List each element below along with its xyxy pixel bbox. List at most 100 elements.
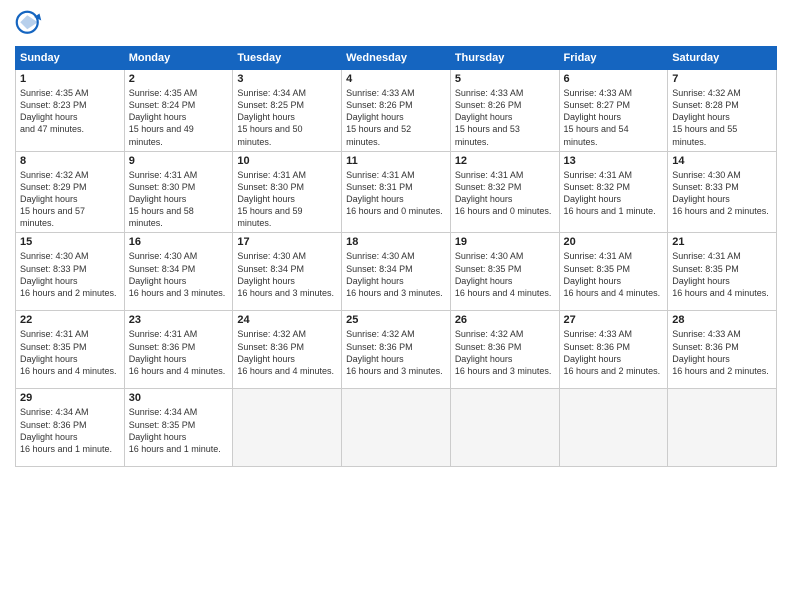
calendar-cell: 14 Sunrise: 4:30 AMSunset: 8:33 PMDayligh… — [668, 151, 777, 233]
cell-info: Sunrise: 4:34 AMSunset: 8:35 PMDaylight … — [129, 407, 221, 453]
day-number: 17 — [237, 236, 337, 248]
page: SundayMondayTuesdayWednesdayThursdayFrid… — [0, 0, 792, 612]
day-number: 24 — [237, 314, 337, 326]
calendar-cell: 7 Sunrise: 4:32 AMSunset: 8:28 PMDaylight… — [668, 70, 777, 152]
cell-info: Sunrise: 4:31 AMSunset: 8:32 PMDaylight … — [455, 170, 552, 216]
day-number: 29 — [20, 392, 120, 404]
day-number: 3 — [237, 73, 337, 85]
calendar-cell: 26Sunrise: 4:32 AMSunset: 8:36 PMDayligh… — [450, 311, 559, 389]
calendar-cell: 23 Sunrise: 4:31 AMSunset: 8:36 PMDayligh… — [124, 311, 233, 389]
calendar-cell: 6 Sunrise: 4:33 AMSunset: 8:27 PMDaylight… — [559, 70, 668, 152]
cell-info: Sunrise: 4:32 AMSunset: 8:29 PMDaylight … — [20, 170, 89, 229]
cell-info: Sunrise: 4:30 AMSunset: 8:34 PMDaylight … — [346, 251, 443, 297]
calendar-cell — [233, 389, 342, 467]
calendar-cell: 13Sunrise: 4:31 AMSunset: 8:32 PMDayligh… — [559, 151, 668, 233]
cell-info: Sunrise: 4:31 AMSunset: 8:35 PMDaylight … — [564, 251, 661, 297]
day-number: 25 — [346, 314, 446, 326]
calendar-cell: 25 Sunrise: 4:32 AMSunset: 8:36 PMDayligh… — [342, 311, 451, 389]
calendar-header: SundayMondayTuesdayWednesdayThursdayFrid… — [16, 47, 777, 70]
day-number: 16 — [129, 236, 229, 248]
cell-info: Sunrise: 4:35 AMSunset: 8:23 PMDaylight … — [20, 88, 89, 134]
day-number: 11 — [346, 155, 446, 167]
calendar-cell — [559, 389, 668, 467]
calendar-cell: 30 Sunrise: 4:34 AMSunset: 8:35 PMDayligh… — [124, 389, 233, 467]
cell-info: Sunrise: 4:34 AMSunset: 8:36 PMDaylight … — [20, 407, 112, 453]
calendar-cell — [342, 389, 451, 467]
calendar-week-4: 22Sunrise: 4:31 AMSunset: 8:35 PMDayligh… — [16, 311, 777, 389]
day-number: 27 — [564, 314, 664, 326]
day-number: 6 — [564, 73, 664, 85]
cell-info: Sunrise: 4:34 AMSunset: 8:25 PMDaylight … — [237, 88, 306, 147]
day-number: 19 — [455, 236, 555, 248]
calendar-week-5: 29 Sunrise: 4:34 AMSunset: 8:36 PMDayligh… — [16, 389, 777, 467]
calendar-cell: 20Sunrise: 4:31 AMSunset: 8:35 PMDayligh… — [559, 233, 668, 311]
calendar-cell: 29 Sunrise: 4:34 AMSunset: 8:36 PMDayligh… — [16, 389, 125, 467]
calendar-cell: 24 Sunrise: 4:32 AMSunset: 8:36 PMDayligh… — [233, 311, 342, 389]
calendar-week-3: 15 Sunrise: 4:30 AMSunset: 8:33 PMDayligh… — [16, 233, 777, 311]
day-number: 8 — [20, 155, 120, 167]
calendar-cell: 10Sunrise: 4:31 AMSunset: 8:30 PMDayligh… — [233, 151, 342, 233]
calendar-cell: 16Sunrise: 4:30 AMSunset: 8:34 PMDayligh… — [124, 233, 233, 311]
cell-info: Sunrise: 4:33 AMSunset: 8:26 PMDaylight … — [346, 88, 415, 147]
calendar-cell: 4 Sunrise: 4:33 AMSunset: 8:26 PMDaylight… — [342, 70, 451, 152]
cell-info: Sunrise: 4:33 AMSunset: 8:26 PMDaylight … — [455, 88, 524, 147]
day-number: 12 — [455, 155, 555, 167]
calendar-cell: 27 Sunrise: 4:33 AMSunset: 8:36 PMDayligh… — [559, 311, 668, 389]
calendar-cell: 9 Sunrise: 4:31 AMSunset: 8:30 PMDaylight… — [124, 151, 233, 233]
calendar-cell: 21 Sunrise: 4:31 AMSunset: 8:35 PMDayligh… — [668, 233, 777, 311]
cell-info: Sunrise: 4:32 AMSunset: 8:36 PMDaylight … — [455, 329, 552, 375]
day-header-tuesday: Tuesday — [233, 47, 342, 70]
day-number: 2 — [129, 73, 229, 85]
cell-info: Sunrise: 4:31 AMSunset: 8:32 PMDaylight … — [564, 170, 656, 216]
day-header-friday: Friday — [559, 47, 668, 70]
cell-info: Sunrise: 4:30 AMSunset: 8:33 PMDaylight … — [672, 170, 769, 216]
calendar-cell — [668, 389, 777, 467]
cell-info: Sunrise: 4:32 AMSunset: 8:36 PMDaylight … — [346, 329, 443, 375]
cell-info: Sunrise: 4:32 AMSunset: 8:28 PMDaylight … — [672, 88, 741, 147]
calendar-cell — [450, 389, 559, 467]
calendar-cell: 2 Sunrise: 4:35 AMSunset: 8:24 PMDaylight… — [124, 70, 233, 152]
day-number: 14 — [672, 155, 772, 167]
cell-info: Sunrise: 4:33 AMSunset: 8:27 PMDaylight … — [564, 88, 633, 147]
calendar-week-2: 8 Sunrise: 4:32 AMSunset: 8:29 PMDaylight… — [16, 151, 777, 233]
cell-info: Sunrise: 4:32 AMSunset: 8:36 PMDaylight … — [237, 329, 334, 375]
logo-icon — [15, 10, 43, 38]
day-number: 23 — [129, 314, 229, 326]
day-number: 10 — [237, 155, 337, 167]
day-number: 7 — [672, 73, 772, 85]
cell-info: Sunrise: 4:31 AMSunset: 8:35 PMDaylight … — [672, 251, 769, 297]
cell-info: Sunrise: 4:33 AMSunset: 8:36 PMDaylight … — [672, 329, 769, 375]
day-header-wednesday: Wednesday — [342, 47, 451, 70]
day-header-sunday: Sunday — [16, 47, 125, 70]
calendar-cell: 15 Sunrise: 4:30 AMSunset: 8:33 PMDayligh… — [16, 233, 125, 311]
calendar-cell: 12 Sunrise: 4:31 AMSunset: 8:32 PMDayligh… — [450, 151, 559, 233]
cell-info: Sunrise: 4:33 AMSunset: 8:36 PMDaylight … — [564, 329, 661, 375]
header — [15, 10, 777, 38]
day-number: 1 — [20, 73, 120, 85]
day-number: 21 — [672, 236, 772, 248]
cell-info: Sunrise: 4:30 AMSunset: 8:34 PMDaylight … — [237, 251, 334, 297]
calendar-body: 1 Sunrise: 4:35 AMSunset: 8:23 PMDaylight… — [16, 70, 777, 467]
cell-info: Sunrise: 4:31 AMSunset: 8:31 PMDaylight … — [346, 170, 443, 216]
day-number: 28 — [672, 314, 772, 326]
calendar-cell: 11 Sunrise: 4:31 AMSunset: 8:31 PMDayligh… — [342, 151, 451, 233]
day-number: 30 — [129, 392, 229, 404]
cell-info: Sunrise: 4:31 AMSunset: 8:30 PMDaylight … — [129, 170, 198, 229]
calendar-cell: 1 Sunrise: 4:35 AMSunset: 8:23 PMDaylight… — [16, 70, 125, 152]
logo — [15, 10, 47, 38]
day-header-monday: Monday — [124, 47, 233, 70]
day-number: 22 — [20, 314, 120, 326]
day-number: 4 — [346, 73, 446, 85]
calendar: SundayMondayTuesdayWednesdayThursdayFrid… — [15, 46, 777, 467]
day-number: 15 — [20, 236, 120, 248]
cell-info: Sunrise: 4:31 AMSunset: 8:36 PMDaylight … — [129, 329, 226, 375]
cell-info: Sunrise: 4:35 AMSunset: 8:24 PMDaylight … — [129, 88, 198, 147]
calendar-cell: 22Sunrise: 4:31 AMSunset: 8:35 PMDayligh… — [16, 311, 125, 389]
calendar-cell: 3 Sunrise: 4:34 AMSunset: 8:25 PMDaylight… — [233, 70, 342, 152]
cell-info: Sunrise: 4:30 AMSunset: 8:33 PMDaylight … — [20, 251, 117, 297]
day-header-saturday: Saturday — [668, 47, 777, 70]
calendar-cell: 28 Sunrise: 4:33 AMSunset: 8:36 PMDayligh… — [668, 311, 777, 389]
calendar-week-1: 1 Sunrise: 4:35 AMSunset: 8:23 PMDaylight… — [16, 70, 777, 152]
cell-info: Sunrise: 4:30 AMSunset: 8:35 PMDaylight … — [455, 251, 552, 297]
day-number: 9 — [129, 155, 229, 167]
